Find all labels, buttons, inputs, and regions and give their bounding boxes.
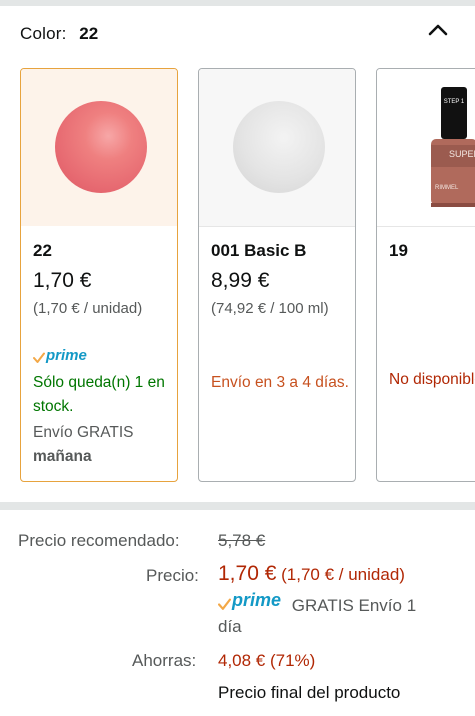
swatch-card-19[interactable]: STEP 1 SUPER Gel RIMMEL 19 No disponible (376, 68, 475, 482)
bottle-brand-text: RIMMEL (435, 185, 459, 191)
top-divider (0, 0, 475, 6)
prime-check-icon (33, 352, 45, 363)
variation-selected-value: 22 (79, 24, 99, 43)
price-value-wrap: 1,70 € (1,70 € / unidad) (218, 562, 405, 586)
swatch-availability: Sólo queda(n) 1 en stock. (33, 374, 165, 415)
color-swatch-white (233, 101, 325, 193)
swatch-delivery: Envío en 3 a 4 días. (211, 374, 349, 391)
swatch-image (21, 69, 177, 226)
prime-shipping: prime GRATIS Envío 1 (218, 590, 416, 616)
swatch-price: 8,99 € (211, 269, 270, 292)
swatch-price: 1,70 € (33, 269, 92, 292)
bottle-cap-text: STEP 1 (444, 99, 465, 105)
list-price-label: Precio recomendado: (18, 531, 180, 550)
swatch-availability: No disponible (389, 371, 475, 388)
swatch-unit-price: (74,92 € / 100 ml) (211, 300, 329, 317)
color-swatch-coral (55, 101, 147, 193)
prime-check-icon (218, 598, 231, 610)
swatch-card-22[interactable]: 22 1,70 € (1,70 € / unidad) prime Sólo q… (20, 68, 178, 482)
prime-badge: prime (218, 590, 281, 611)
chevron-up-icon[interactable] (424, 16, 452, 44)
prime-label: prime (232, 590, 282, 610)
swatch-image (199, 69, 355, 227)
savings-value: 4,08 € (71%) (218, 651, 316, 670)
swatch-card-001[interactable]: 001 Basic B 8,99 € (74,92 € / 100 ml) En… (198, 68, 356, 482)
swatch-shipping: Envío GRATIS (33, 424, 134, 441)
bottle-label-text: SUPER Gel (449, 149, 475, 159)
prime-label: prime (46, 347, 87, 364)
nail-polish-bottle-image: STEP 1 SUPER Gel RIMMEL (431, 87, 475, 207)
savings-label: Ahorras: (132, 651, 197, 670)
prime-shipping-line2: día (218, 617, 242, 636)
swatch-name: 19 (389, 241, 408, 260)
swatch-carousel[interactable]: 22 1,70 € (1,70 € / unidad) prime Sólo q… (0, 68, 475, 484)
swatch-name: 22 (33, 241, 52, 260)
list-price-value: 5,78 € (218, 531, 266, 550)
variation-header: Color: 22 (20, 24, 98, 44)
prime-shipping-line1: GRATIS Envío 1 (291, 596, 417, 615)
price-unit: (1,70 € / unidad) (281, 565, 405, 584)
swatch-image: STEP 1 SUPER Gel RIMMEL (377, 69, 475, 227)
price-value: 1,70 € (218, 562, 277, 585)
price-label: Precio: (146, 566, 199, 585)
section-divider (0, 502, 475, 510)
swatch-delivery-day: mañana (33, 448, 92, 465)
final-price-note: Precio final del producto (218, 683, 401, 702)
variation-label: Color: (20, 24, 67, 43)
prime-badge: prime (33, 347, 87, 369)
swatch-unit-price: (1,70 € / unidad) (33, 300, 143, 317)
swatch-name: 001 Basic B (211, 241, 307, 260)
